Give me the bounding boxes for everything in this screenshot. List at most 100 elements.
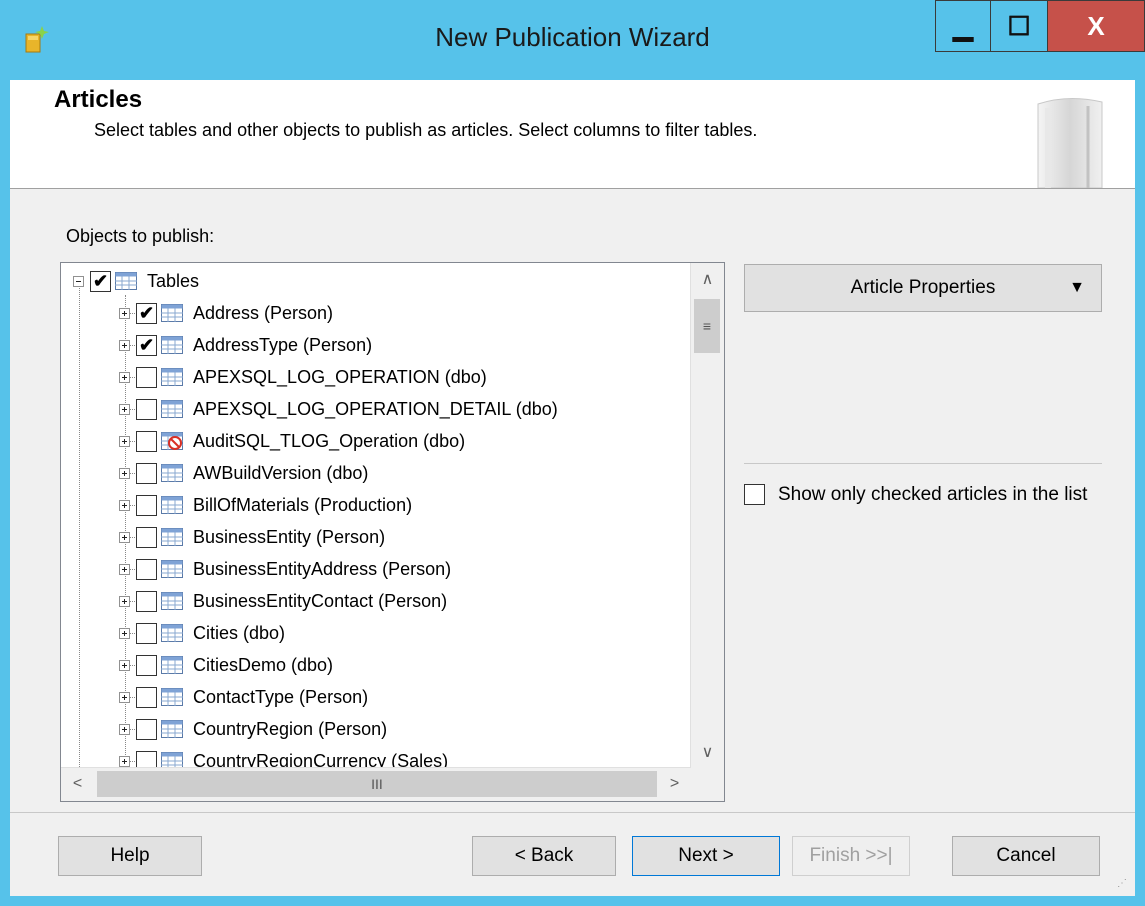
expand-icon[interactable] — [119, 755, 130, 767]
help-button[interactable]: Help — [58, 836, 202, 876]
expand-icon[interactable] — [119, 467, 130, 479]
scroll-down-icon[interactable]: ∨ — [691, 736, 724, 768]
tree-item-label: BusinessEntityContact (Person) — [193, 590, 448, 611]
cancel-button[interactable]: Cancel — [952, 836, 1100, 876]
scroll-up-icon[interactable]: ∧ — [691, 263, 724, 295]
tree-item-row[interactable]: BillOfMaterials (Production) — [119, 489, 412, 521]
table-icon — [161, 336, 183, 354]
tree-item-checkbox[interactable] — [136, 526, 157, 548]
tree-item-row[interactable]: BusinessEntityContact (Person) — [119, 585, 447, 617]
vertical-scrollbar[interactable]: ∧ ≡ ∨ — [690, 263, 724, 768]
close-button[interactable]: X — [1047, 0, 1145, 52]
tree-item-label: CountryRegionCurrency (Sales) — [193, 750, 449, 769]
tree-item-row[interactable]: Cities (dbo) — [119, 617, 285, 649]
show-only-checked-checkbox[interactable] — [744, 484, 765, 505]
tree-item-label: BusinessEntity (Person) — [193, 526, 386, 547]
tree-item-label: ContactType (Person) — [193, 686, 369, 707]
table-icon — [161, 560, 183, 578]
page-title: Articles — [54, 86, 143, 113]
tree-item-label: AWBuildVersion (dbo) — [193, 462, 369, 483]
expand-icon[interactable] — [119, 499, 130, 511]
tree-item-label: APEXSQL_LOG_OPERATION (dbo) — [193, 366, 487, 387]
tree-item-checkbox[interactable] — [136, 366, 157, 388]
tree-item-label: BusinessEntityAddress (Person) — [193, 558, 452, 579]
tree-item-checkbox[interactable] — [136, 494, 157, 516]
maximize-button[interactable]: ☐ — [990, 0, 1048, 52]
objects-to-publish-label: Objects to publish: — [66, 226, 215, 246]
tree-item-row[interactable]: APEXSQL_LOG_OPERATION (dbo) — [119, 361, 487, 393]
tables-checkbox[interactable]: ✔ — [90, 270, 111, 292]
tree-item-row[interactable]: BusinessEntity (Person) — [119, 521, 385, 553]
expand-icon[interactable] — [119, 627, 130, 639]
tree-item-checkbox[interactable] — [136, 622, 157, 644]
tree-item-row[interactable]: ✔ Address (Person) — [119, 297, 333, 329]
article-properties-button[interactable]: Article Properties ▼ — [744, 264, 1102, 312]
next-button[interactable]: Next > — [632, 836, 780, 876]
tree-item-checkbox[interactable] — [136, 718, 157, 740]
expand-icon[interactable] — [119, 723, 130, 735]
show-only-checked-label[interactable]: Show only checked articles in the list — [778, 482, 1098, 508]
expand-icon[interactable] — [119, 659, 130, 671]
tree-item-row[interactable]: AuditSQL_TLOG_Operation (dbo) — [119, 425, 465, 457]
table-icon — [161, 368, 183, 386]
wizard-client: Articles Select tables and other objects… — [10, 80, 1135, 896]
tree-item-checkbox[interactable] — [136, 750, 157, 768]
table-icon — [161, 464, 183, 482]
objects-tree[interactable]: ✔ Tables ✔ Address (Person) ✔ AddressType (… — [60, 262, 725, 802]
dropdown-arrow-icon: ▼ — [1069, 279, 1085, 296]
tree-item-checkbox[interactable] — [136, 590, 157, 612]
tree-item-row[interactable]: AWBuildVersion (dbo) — [119, 457, 368, 489]
expand-icon[interactable] — [119, 435, 130, 447]
expand-icon[interactable] — [119, 371, 130, 383]
expand-icon[interactable] — [119, 563, 130, 575]
expand-icon[interactable] — [119, 595, 130, 607]
table-icon — [161, 496, 183, 514]
table-icon — [161, 400, 183, 418]
tree-item-checkbox[interactable]: ✔ — [136, 334, 157, 356]
tree-item-checkbox[interactable]: ✔ — [136, 302, 157, 324]
minimize-button[interactable]: ▁ — [935, 0, 991, 52]
tree-item-label: Address (Person) — [193, 302, 334, 323]
scroll-right-icon[interactable]: > — [658, 768, 691, 800]
header-graphic-icon — [1037, 97, 1103, 188]
tree-item-row[interactable]: ContactType (Person) — [119, 681, 368, 713]
tree-item-row[interactable]: APEXSQL_LOG_OPERATION_DETAIL (dbo) — [119, 393, 558, 425]
expand-icon[interactable] — [119, 307, 130, 319]
tree-root-row[interactable]: ✔ Tables — [73, 265, 199, 297]
tree-item-checkbox[interactable] — [136, 558, 157, 580]
expand-icon[interactable] — [119, 339, 130, 351]
scroll-left-icon[interactable]: < — [61, 768, 94, 800]
resize-grip-icon[interactable]: ⋰ — [1117, 878, 1131, 892]
tree-item-row[interactable]: ✔ AddressType (Person) — [119, 329, 372, 361]
tree-item-row[interactable]: CountryRegion (Person) — [119, 713, 387, 745]
tree-item-checkbox[interactable] — [136, 430, 157, 452]
tree-item-label: CitiesDemo (dbo) — [193, 654, 334, 675]
tree-item-label: APEXSQL_LOG_OPERATION_DETAIL (dbo) — [193, 398, 558, 419]
tables-label: Tables — [147, 270, 200, 291]
expand-icon[interactable] — [119, 403, 130, 415]
page-header: Articles Select tables and other objects… — [10, 80, 1135, 189]
horizontal-scroll-thumb[interactable]: III — [97, 771, 657, 797]
expand-icon[interactable] — [119, 691, 130, 703]
tree-item-row[interactable]: CitiesDemo (dbo) — [119, 649, 333, 681]
finish-button: Finish >>| — [792, 836, 910, 876]
horizontal-scrollbar[interactable]: < III > — [61, 767, 691, 801]
table-icon — [161, 528, 183, 546]
tree-item-checkbox[interactable] — [136, 654, 157, 676]
footer-separator — [10, 812, 1135, 813]
table-icon — [161, 688, 183, 706]
tree-item-label: Cities (dbo) — [193, 622, 286, 643]
tree-item-checkbox[interactable] — [136, 686, 157, 708]
article-properties-label: Article Properties — [850, 277, 996, 298]
table-icon — [161, 592, 183, 610]
back-button[interactable]: < Back — [472, 836, 616, 876]
tree-item-row[interactable]: BusinessEntityAddress (Person) — [119, 553, 451, 585]
vertical-scroll-thumb[interactable]: ≡ — [694, 299, 720, 353]
tree-item-label: BillOfMaterials (Production) — [193, 494, 413, 515]
tree-item-checkbox[interactable] — [136, 398, 157, 420]
collapse-icon[interactable] — [73, 275, 84, 287]
tree-item-row[interactable]: CountryRegionCurrency (Sales) — [119, 745, 448, 768]
tree-item-checkbox[interactable] — [136, 462, 157, 484]
expand-icon[interactable] — [119, 531, 130, 543]
table-icon — [161, 656, 183, 674]
